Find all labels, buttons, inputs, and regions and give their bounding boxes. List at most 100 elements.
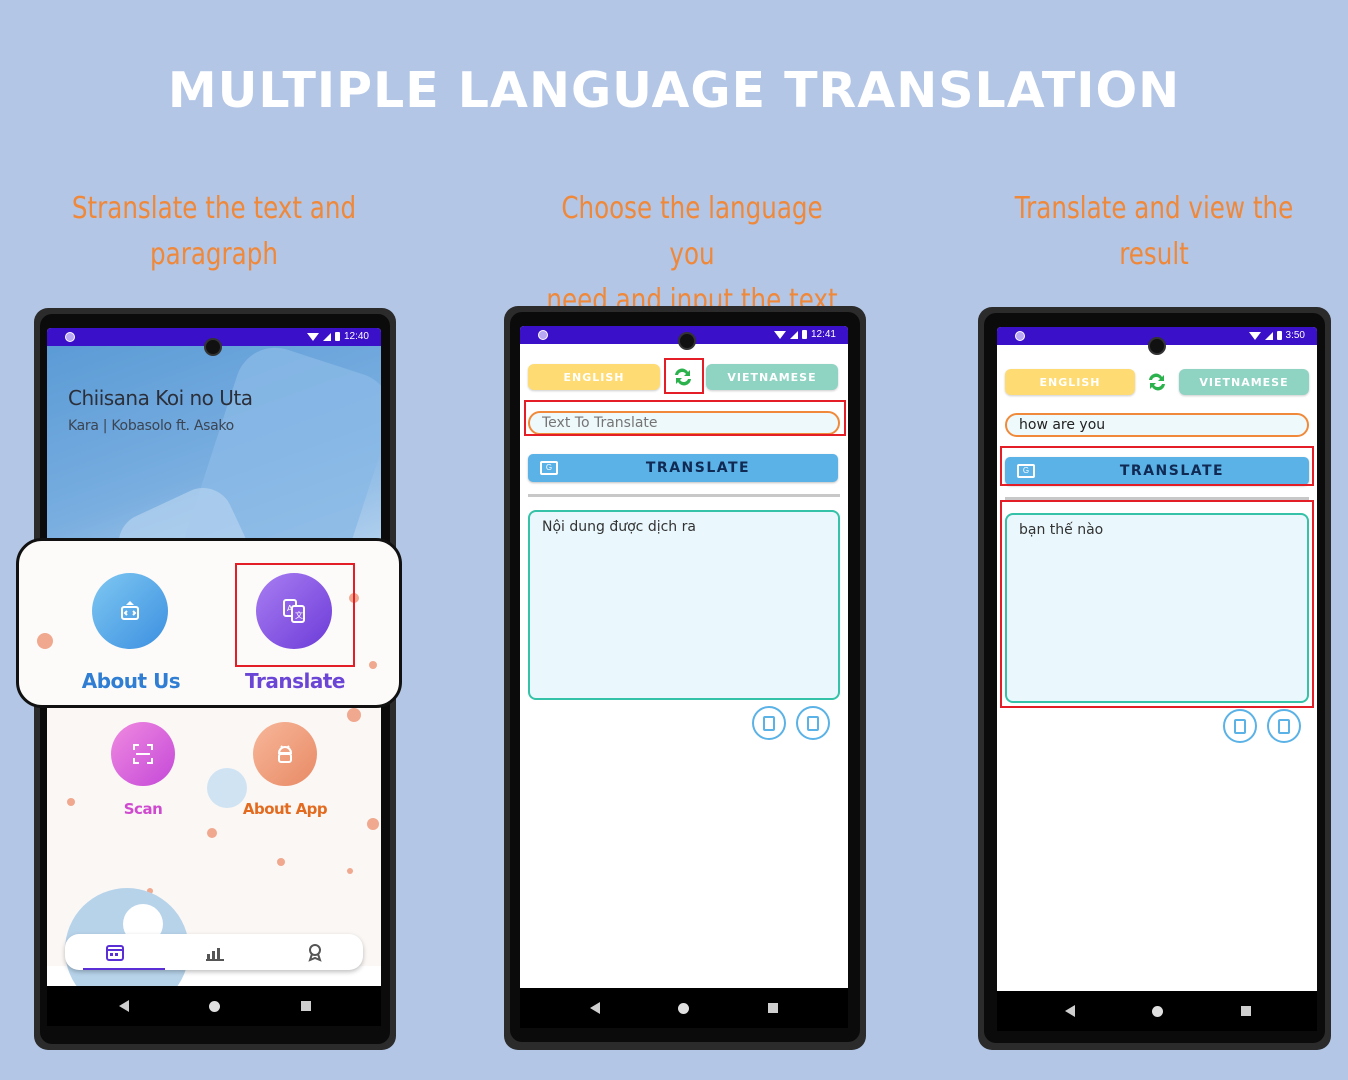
translation-output: Nội dung được dịch ra <box>528 510 840 700</box>
phone-result: 3:50 ENGLISH VIETNAMESE how are you G TR… <box>978 307 1331 1050</box>
signal-icon <box>1264 331 1273 340</box>
output-highlight-box <box>1000 500 1314 708</box>
caption-1: Stranslate the text and paragraph <box>58 186 370 278</box>
recents-icon[interactable] <box>301 1001 311 1011</box>
translate-highlight-box <box>235 563 355 667</box>
translation-output-text: Nội dung được dịch ra <box>542 519 696 535</box>
back-icon[interactable] <box>119 1000 129 1012</box>
status-icons: 12:40 <box>306 331 369 342</box>
caption-2: Choose the language you need and input t… <box>536 186 848 324</box>
notification-icon <box>538 330 548 340</box>
recents-icon[interactable] <box>1241 1006 1251 1016</box>
award-icon <box>308 944 322 962</box>
translate-button[interactable]: G TRANSLATE <box>528 454 838 482</box>
decor-speck <box>369 661 377 669</box>
decor-speck <box>277 858 285 866</box>
recents-icon[interactable] <box>768 1003 778 1013</box>
signal-icon <box>322 332 331 341</box>
status-time: 12:40 <box>343 331 369 342</box>
translate-menu-label: Translate <box>245 669 345 693</box>
wifi-icon <box>1248 331 1261 340</box>
front-camera <box>1148 337 1166 355</box>
wifi-icon <box>773 330 786 339</box>
divider <box>528 494 840 497</box>
battery-icon <box>334 332 340 341</box>
translate-button-icon: G <box>540 461 558 475</box>
status-icons: 3:50 <box>1248 330 1305 341</box>
home-icon[interactable] <box>209 1001 220 1012</box>
front-camera <box>678 332 696 350</box>
caption-1-line2: paragraph <box>150 237 278 272</box>
home-icon[interactable] <box>1152 1006 1163 1017</box>
translate-button-highlight-box <box>1000 446 1314 486</box>
song-artist: Kara | Kobasolo ft. Asako <box>68 418 234 434</box>
about-app-button[interactable] <box>253 722 317 786</box>
bar-chart-icon <box>206 948 224 961</box>
caption-1-line1: Stranslate the text and <box>71 191 357 226</box>
copy-icon <box>1278 715 1296 734</box>
about-us-button[interactable] <box>92 573 168 649</box>
front-camera <box>204 338 222 356</box>
phone-bezel: 12:41 ENGLISH VIETNAMESE G TRANSLATE Nội… <box>510 312 860 1042</box>
decor-speck <box>207 828 217 838</box>
caption-3: Translate and view the result <box>998 186 1310 278</box>
about-us-icon <box>121 601 139 620</box>
caption-3-line2: result <box>1119 237 1189 272</box>
menu-callout: About Us A文 Translate <box>16 538 402 708</box>
copy-icon <box>807 712 825 731</box>
android-icon <box>277 745 293 763</box>
decor-speck <box>347 708 361 722</box>
copy-button[interactable] <box>1267 709 1301 743</box>
phone-bezel: 3:50 ENGLISH VIETNAMESE how are you G TR… <box>984 313 1325 1043</box>
back-icon[interactable] <box>1065 1005 1075 1017</box>
about-app-label: About App <box>242 800 328 818</box>
clipboard-icon <box>1234 715 1252 734</box>
back-icon[interactable] <box>590 1002 600 1014</box>
song-title: Chiisana Koi no Uta <box>68 386 253 410</box>
input-highlight-box <box>524 400 846 436</box>
decor-speck <box>347 868 353 874</box>
translate-button-label: TRANSLATE <box>645 460 751 476</box>
source-language-button[interactable]: ENGLISH <box>528 364 660 390</box>
tab-stats[interactable] <box>205 942 225 967</box>
swap-languages-button[interactable] <box>1145 370 1169 394</box>
target-language-button[interactable]: VIETNAMESE <box>1179 369 1309 395</box>
phone-input: 12:41 ENGLISH VIETNAMESE G TRANSLATE Nội… <box>504 306 866 1050</box>
system-nav-bar <box>997 991 1317 1031</box>
clipboard-icon <box>763 712 781 731</box>
status-time: 3:50 <box>1285 330 1305 341</box>
battery-icon <box>801 330 807 339</box>
notification-icon <box>1015 331 1025 341</box>
paste-button[interactable] <box>1223 709 1257 743</box>
scan-button[interactable] <box>111 722 175 786</box>
input-value: how are you <box>1019 417 1106 433</box>
calendar-icon <box>106 945 124 961</box>
status-icons: 12:41 <box>773 329 836 340</box>
battery-icon <box>1276 331 1282 340</box>
caption-3-line1: Translate and view the <box>1014 191 1294 226</box>
swap-icon <box>1149 373 1165 391</box>
caption-2-line1: Choose the language you <box>561 191 823 272</box>
tab-calendar[interactable] <box>105 942 125 967</box>
text-to-translate-input[interactable]: how are you <box>1005 413 1309 437</box>
system-nav-bar <box>520 988 848 1028</box>
headline: MULTIPLE LANGUAGE TRANSLATION <box>167 62 1181 119</box>
scan-label: Scan <box>123 800 163 818</box>
source-language-button[interactable]: ENGLISH <box>1005 369 1135 395</box>
swap-highlight-box <box>664 358 704 394</box>
notification-icon <box>65 332 75 342</box>
copy-button[interactable] <box>796 706 830 740</box>
decor-speck <box>37 633 53 649</box>
wifi-icon <box>306 332 319 341</box>
decor-speck <box>367 818 379 830</box>
signal-icon <box>789 330 798 339</box>
tab-award[interactable] <box>305 942 325 967</box>
status-time: 12:41 <box>810 329 836 340</box>
paste-button[interactable] <box>752 706 786 740</box>
home-icon[interactable] <box>678 1003 689 1014</box>
active-tab-indicator <box>83 968 165 970</box>
target-language-button[interactable]: VIETNAMESE <box>706 364 838 390</box>
bottom-tab-bar <box>65 934 363 970</box>
scan-icon <box>133 744 153 764</box>
about-us-label: About Us <box>81 669 181 693</box>
